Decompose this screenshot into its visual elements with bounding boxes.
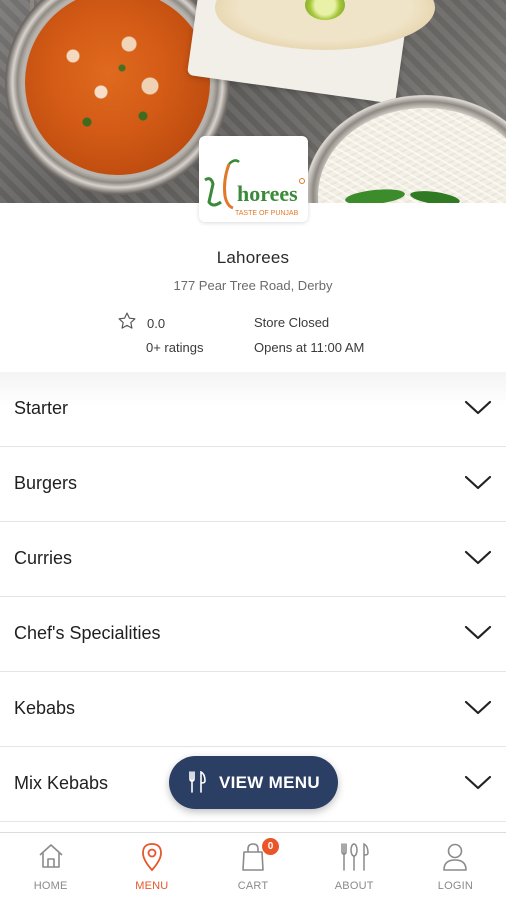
tab-label: MENU [135,880,169,892]
cart-count-badge: 0 [262,838,279,855]
tab-cart[interactable]: CART [202,833,303,900]
star-icon [118,312,136,329]
tab-label: ABOUT [334,880,374,892]
svg-text:horees: horees [237,181,298,206]
store-address: 177 Pear Tree Road, Derby [173,278,333,293]
cutlery-icon [341,842,369,871]
tab-label: HOME [33,880,68,892]
category-row-starter[interactable]: Starter [0,372,506,447]
category-label: Mix Kebabs [14,773,109,793]
chevron-down-icon [464,625,492,640]
store-name: Lahorees [216,248,290,267]
category-list: Starter Burgers Curries Chef's Specialit… [0,372,506,822]
category-label: Kebabs [14,698,76,718]
store-status: Store Closed [254,315,330,330]
view-menu-button[interactable]: VIEW MENU [169,756,338,809]
store-logo: horees TASTE OF PUNJAB [199,136,308,222]
category-label: Chef's Specialities [14,623,161,643]
chevron-down-icon [464,475,492,490]
rating-count: 0+ ratings [146,340,204,355]
category-label: Curries [14,548,73,568]
svg-text:TASTE OF PUNJAB: TASTE OF PUNJAB [235,210,299,217]
rating-value: 0.0 [147,316,166,331]
category-row-curries[interactable]: Curries [0,522,506,597]
user-icon [443,843,468,871]
home-icon [39,844,63,868]
chevron-down-icon [464,775,492,790]
view-menu-label: VIEW MENU [219,773,320,792]
chevron-down-icon [464,550,492,565]
category-label: Starter [14,398,69,418]
chevron-down-icon [464,400,492,415]
store-hours: Opens at 11:00 AM [254,340,365,355]
category-row-burgers[interactable]: Burgers [0,447,506,522]
tab-login[interactable]: LOGIN [405,833,506,900]
category-label: Burgers [14,473,78,493]
bottom-tab-bar: HOME MENU CART ABOUT LOGIN [0,832,506,900]
tab-menu[interactable]: MENU [101,833,202,900]
tab-about[interactable]: ABOUT [304,833,405,900]
tab-home[interactable]: HOME [0,833,101,900]
location-pin-icon [141,843,162,872]
category-row-chefs-specialities[interactable]: Chef's Specialities [0,597,506,672]
tab-label: CART [237,880,269,892]
tab-label: LOGIN [437,880,474,892]
chevron-down-icon [464,700,492,715]
cutlery-icon [189,771,206,793]
category-row-kebabs[interactable]: Kebabs [0,672,506,747]
